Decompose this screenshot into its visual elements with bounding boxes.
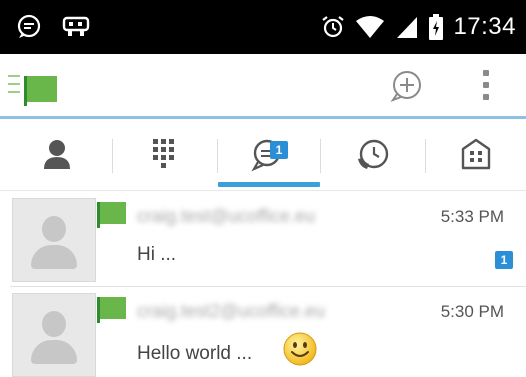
conversation-item[interactable]: craig.test2@ucoffice.eu 5:30 PM Hello wo…	[0, 287, 526, 377]
menu-icon[interactable]	[8, 75, 20, 97]
building-icon	[461, 138, 491, 170]
avatar	[12, 293, 96, 377]
conversation-sender: craig.test@ucoffice.eu	[137, 206, 316, 226]
conversation-item[interactable]: craig.test@ucoffice.eu 5:33 PM Hi ... 1	[0, 192, 526, 282]
person-icon	[44, 140, 70, 169]
conversation-time: 5:30 PM	[440, 302, 504, 321]
tab-chats[interactable]	[218, 119, 320, 190]
overflow-menu-icon[interactable]	[482, 70, 490, 106]
signal-icon	[397, 17, 418, 38]
chat-bubble-icon	[17, 14, 41, 38]
unread-badge: 1	[495, 251, 513, 269]
tab-contacts[interactable]	[0, 119, 112, 190]
action-bar	[0, 54, 526, 118]
tab-directory[interactable]	[426, 119, 526, 190]
flag-icon	[97, 297, 127, 323]
history-icon	[358, 139, 389, 169]
tab-bar	[0, 119, 526, 191]
tab-history[interactable]	[321, 119, 425, 190]
selected-tab-indicator	[218, 182, 320, 187]
flag-icon	[24, 76, 58, 106]
avatar	[12, 198, 96, 282]
add-chat-icon[interactable]	[388, 68, 424, 104]
conversation-sender: craig.test2@ucoffice.eu	[137, 301, 326, 321]
clock-time: 17:34	[453, 13, 516, 40]
alarm-icon	[322, 16, 345, 38]
dialpad-icon	[153, 139, 174, 168]
chats-unread-badge: 1	[270, 141, 288, 159]
usb-icon	[62, 16, 90, 36]
conversation-time: 5:33 PM	[440, 207, 504, 226]
wifi-icon	[356, 16, 385, 38]
conversation-preview: Hi ...	[137, 244, 177, 265]
status-bar: 17:34	[0, 0, 526, 54]
conversation-preview: Hello world ...	[137, 343, 253, 364]
battery-icon	[429, 14, 444, 40]
tab-dialpad[interactable]	[113, 119, 217, 190]
smiley-icon	[283, 332, 317, 366]
flag-icon	[97, 202, 127, 228]
